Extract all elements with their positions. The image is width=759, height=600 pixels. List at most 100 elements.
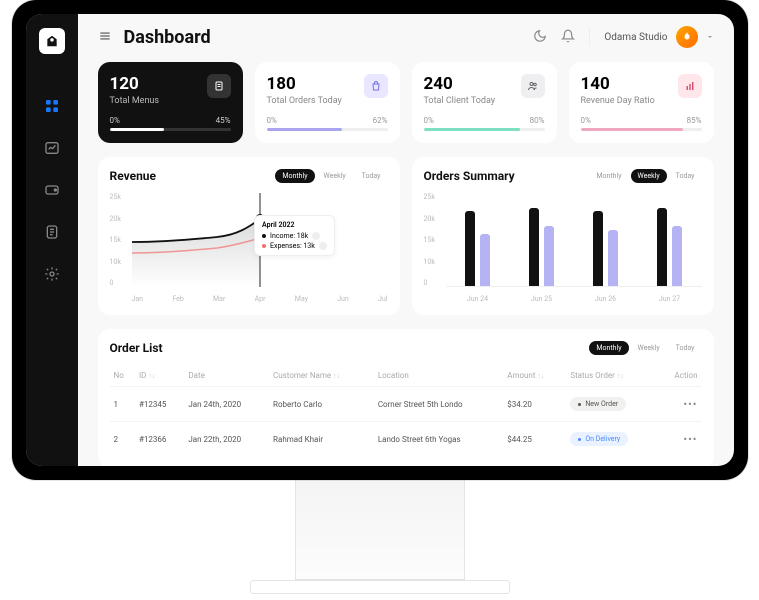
stat-left: 0% bbox=[267, 116, 277, 125]
wallet-icon bbox=[44, 182, 60, 198]
tooltip-expenses: Expenses: 13k bbox=[270, 242, 315, 250]
user-name: Odama Studio bbox=[604, 32, 667, 43]
bar bbox=[657, 208, 667, 286]
sort-icon: ↑↓ bbox=[617, 372, 624, 380]
dot-icon bbox=[578, 403, 581, 406]
progress-bar bbox=[110, 128, 231, 131]
col-action: Action bbox=[658, 365, 701, 387]
bell-icon bbox=[561, 29, 575, 43]
cell-no: 2 bbox=[110, 422, 135, 457]
x-axis: Jun 24 Jun 25 Jun 26 Jun 27 bbox=[446, 295, 702, 303]
nav-settings[interactable] bbox=[40, 262, 64, 286]
col-date[interactable]: Date bbox=[184, 365, 269, 387]
stat-value: 140 bbox=[581, 74, 655, 94]
col-no[interactable]: No bbox=[110, 365, 135, 387]
monitor-stand bbox=[295, 480, 465, 580]
theme-toggle[interactable] bbox=[533, 28, 547, 47]
tab-monthly[interactable]: Monthly bbox=[589, 341, 628, 355]
cell-location: Corner Street 5th Londo bbox=[374, 387, 503, 422]
col-amount[interactable]: Amount↑↓ bbox=[503, 365, 566, 387]
user-menu[interactable]: Odama Studio bbox=[604, 26, 713, 48]
divider bbox=[589, 28, 590, 46]
flame-icon bbox=[681, 31, 693, 43]
main-content: Dashboard Odama Studio bbox=[78, 14, 734, 466]
tab-weekly[interactable]: Weekly bbox=[317, 169, 353, 183]
y-axis: 25k 20k 15k 10k 0 bbox=[424, 193, 435, 287]
tab-today[interactable]: Today bbox=[669, 341, 702, 355]
users-icon bbox=[521, 74, 545, 98]
tab-today[interactable]: Today bbox=[669, 169, 702, 183]
bar bbox=[465, 211, 475, 286]
stat-right: 62% bbox=[373, 116, 388, 125]
bar bbox=[593, 211, 603, 286]
grid-icon bbox=[44, 98, 60, 114]
stat-label: Total Orders Today bbox=[267, 96, 342, 106]
row-actions[interactable]: ••• bbox=[683, 433, 697, 446]
chart-title: Orders Summary bbox=[424, 169, 515, 183]
legend-dot-icon bbox=[262, 234, 266, 238]
stat-revenue-ratio[interactable]: 140 Revenue Day Ratio 0% 85% bbox=[569, 62, 714, 143]
monitor-base bbox=[250, 580, 510, 594]
cell-customer: Rahmad Khair bbox=[269, 422, 374, 457]
bar-group bbox=[465, 211, 490, 286]
charts-row: Revenue Monthly Weekly Today 25k 20k bbox=[98, 157, 714, 315]
notifications-button[interactable] bbox=[561, 28, 575, 47]
tooltip-title: April 2022 bbox=[262, 221, 327, 229]
stat-value: 180 bbox=[267, 74, 342, 94]
bar bbox=[544, 226, 554, 286]
col-id[interactable]: ID↑↓ bbox=[135, 365, 184, 387]
row-actions[interactable]: ••• bbox=[683, 398, 697, 411]
clipboard-icon bbox=[207, 74, 231, 98]
bar bbox=[672, 226, 682, 286]
col-customer[interactable]: Customer Name↑↓ bbox=[269, 365, 374, 387]
stat-menus[interactable]: 120 Total Menus 0% 45% bbox=[98, 62, 243, 143]
page-title: Dashboard bbox=[124, 27, 211, 48]
stat-right: 80% bbox=[530, 116, 545, 125]
tab-monthly[interactable]: Monthly bbox=[589, 169, 628, 183]
chevron-down-icon bbox=[706, 33, 714, 41]
stat-left: 0% bbox=[581, 116, 591, 125]
stats-row: 120 Total Menus 0% 45% bbox=[98, 62, 714, 143]
bar bbox=[608, 230, 618, 286]
col-status[interactable]: Status Order↑↓ bbox=[566, 365, 658, 387]
order-list-title: Order List bbox=[110, 341, 163, 355]
stat-label: Total Client Today bbox=[424, 96, 496, 106]
nav-dashboard[interactable] bbox=[40, 94, 64, 118]
status-badge: New Order bbox=[570, 397, 626, 411]
tab-monthly[interactable]: Monthly bbox=[275, 169, 314, 183]
stat-label: Total Menus bbox=[110, 96, 160, 106]
menu-toggle[interactable] bbox=[98, 28, 112, 47]
sort-icon: ↑↓ bbox=[148, 372, 155, 380]
cell-customer: Roberto Carlo bbox=[269, 387, 374, 422]
table-row[interactable]: 2 #12366 Jan 22th, 2020 Rahmad Khair Lan… bbox=[110, 422, 702, 457]
tab-weekly[interactable]: Weekly bbox=[631, 169, 667, 183]
bag-icon bbox=[364, 74, 388, 98]
gear-icon bbox=[44, 266, 60, 282]
bar bbox=[529, 208, 539, 286]
stat-right: 85% bbox=[687, 116, 702, 125]
bar-group bbox=[529, 208, 554, 286]
nav-docs[interactable] bbox=[40, 220, 64, 244]
legend-dot-icon bbox=[262, 244, 266, 248]
col-location[interactable]: Location bbox=[374, 365, 503, 387]
nav-analytics[interactable] bbox=[40, 136, 64, 160]
trend-icon bbox=[312, 232, 320, 240]
cell-id: #12345 bbox=[135, 387, 184, 422]
table-row[interactable]: 1 #12345 Jan 24th, 2020 Roberto Carlo Co… bbox=[110, 387, 702, 422]
revenue-tabs: Monthly Weekly Today bbox=[275, 169, 387, 183]
tab-weekly[interactable]: Weekly bbox=[631, 341, 667, 355]
tab-today[interactable]: Today bbox=[355, 169, 388, 183]
cell-id: #12366 bbox=[135, 422, 184, 457]
document-icon bbox=[44, 224, 60, 240]
stat-orders[interactable]: 180 Total Orders Today 0% 62% bbox=[255, 62, 400, 143]
order-list-card: Order List Monthly Weekly Today No ID↑↓ bbox=[98, 329, 714, 466]
app-logo bbox=[39, 28, 65, 54]
dot-icon bbox=[578, 438, 581, 441]
summary-chart-card: Orders Summary Monthly Weekly Today 25k … bbox=[412, 157, 714, 315]
nav-wallet[interactable] bbox=[40, 178, 64, 202]
sort-icon: ↑↓ bbox=[333, 372, 340, 380]
stat-value: 120 bbox=[110, 74, 160, 94]
stat-clients[interactable]: 240 Total Client Today 0% 80% bbox=[412, 62, 557, 143]
tooltip-income: Income: 18k bbox=[270, 232, 308, 240]
cell-no: 1 bbox=[110, 387, 135, 422]
